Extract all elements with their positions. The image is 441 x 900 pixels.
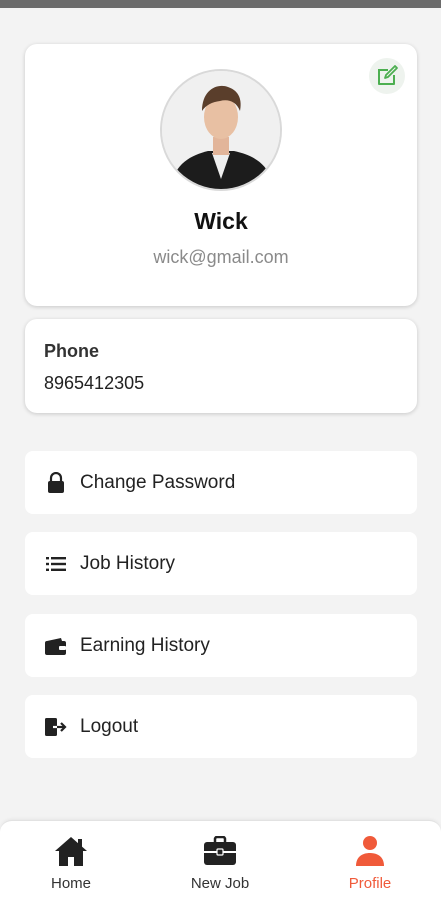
nav-new-job[interactable]: New Job — [185, 821, 255, 900]
logout-icon — [45, 716, 67, 738]
job-history-label: Job History — [80, 552, 176, 574]
phone-value: 8965412305 — [44, 373, 145, 393]
nav-home[interactable]: Home — [40, 821, 102, 900]
nav-profile[interactable]: Profile — [340, 821, 400, 900]
bottom-nav: Home New Job Profile — [0, 820, 441, 900]
edit-icon — [378, 65, 398, 85]
change-password-label: Change Password — [80, 471, 236, 493]
status-bar — [0, 0, 441, 8]
avatar — [160, 69, 282, 191]
job-history-item[interactable]: Job History — [25, 532, 417, 595]
profile-card: Wick wick@gmail.com — [25, 44, 417, 306]
earning-history-label: Earning History — [80, 634, 210, 656]
home-icon — [54, 833, 88, 869]
phone-label: Phone — [44, 341, 100, 361]
briefcase-icon — [203, 833, 237, 869]
list-icon — [45, 553, 67, 575]
phone-card: Phone 8965412305 — [25, 319, 417, 413]
logout-label: Logout — [80, 715, 139, 737]
lock-icon — [45, 471, 67, 494]
edit-profile-button[interactable] — [369, 58, 405, 94]
change-password-item[interactable]: Change Password — [25, 451, 417, 514]
profile-email: wick@gmail.com — [153, 247, 289, 267]
earning-history-item[interactable]: Earning History — [25, 614, 417, 677]
nav-new-job-label: New Job — [190, 875, 250, 892]
nav-profile-label: Profile — [348, 875, 392, 892]
person-icon — [355, 833, 385, 869]
nav-home-label: Home — [50, 875, 91, 892]
wallet-icon — [45, 635, 67, 657]
profile-name: Wick — [194, 208, 248, 234]
logout-item[interactable]: Logout — [25, 695, 417, 758]
